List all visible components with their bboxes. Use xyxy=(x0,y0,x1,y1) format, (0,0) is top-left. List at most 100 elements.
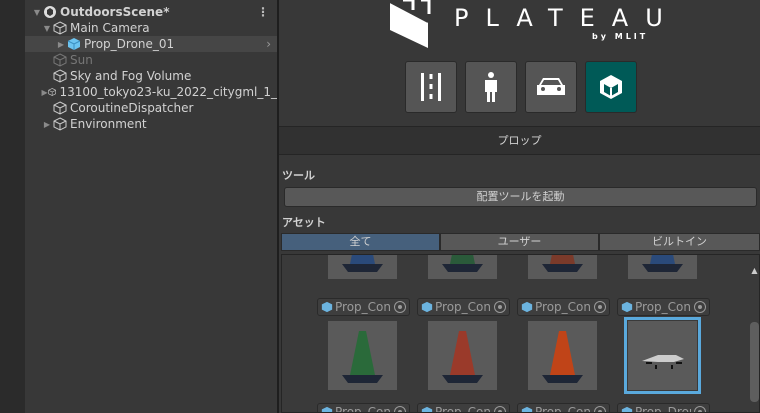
prefab-icon xyxy=(621,301,633,313)
asset-thumbnail[interactable] xyxy=(328,321,397,390)
asset-name: Prop_Cone xyxy=(435,300,491,314)
scene-name: OutdoorsScene* xyxy=(60,5,170,19)
traffic-cone-image xyxy=(442,331,483,383)
asset-thumbnail[interactable] xyxy=(428,255,497,279)
assets-label: アセット xyxy=(282,216,326,229)
asset-name: Prop_Cone xyxy=(435,405,491,413)
tab-builtin[interactable]: ビルトイン xyxy=(599,233,760,251)
item-label: Prop_Drone_01 xyxy=(84,37,175,51)
asset-name: Prop_Cone xyxy=(335,300,391,314)
item-label: Sky and Fog Volume xyxy=(70,69,192,83)
asset-label[interactable]: Prop_Drone xyxy=(617,403,710,413)
category-prop-button[interactable] xyxy=(585,61,637,113)
prefab-icon xyxy=(521,301,533,313)
tab-user[interactable]: ユーザー xyxy=(440,233,599,251)
hierarchy-item-prop-drone[interactable]: ▶ Prop_Drone_01 › xyxy=(25,36,277,52)
gameobject-icon xyxy=(53,101,67,115)
launch-placement-tool-button[interactable]: 配置ツールを起動 xyxy=(284,187,757,207)
asset-label[interactable]: Prop_Cone xyxy=(517,298,610,316)
prefab-icon xyxy=(421,406,433,412)
object-picker-icon[interactable] xyxy=(494,301,506,313)
scrollbar-thumb[interactable] xyxy=(750,322,759,402)
prefab-icon xyxy=(621,406,633,412)
road-icon xyxy=(421,73,441,101)
prefab-icon xyxy=(321,406,333,412)
object-picker-icon[interactable] xyxy=(694,406,706,412)
traffic-cone-image xyxy=(342,255,383,272)
traffic-cone-image xyxy=(642,255,683,272)
asset-label[interactable]: Prop_Cone xyxy=(417,403,510,413)
item-label: Sun xyxy=(70,53,93,67)
gameobject-icon xyxy=(53,53,67,67)
tools-label: ツール xyxy=(282,169,315,182)
scrollbar[interactable]: ▲ xyxy=(748,255,759,412)
expand-arrow-icon[interactable]: ▼ xyxy=(41,24,53,33)
asset-thumbnail[interactable] xyxy=(428,321,497,390)
object-picker-icon[interactable] xyxy=(694,301,706,313)
traffic-cone-image xyxy=(542,255,583,272)
cube-icon xyxy=(600,75,622,99)
traffic-cone-image xyxy=(442,255,483,272)
item-label: Environment xyxy=(70,117,147,131)
car-icon xyxy=(537,78,565,95)
category-car-button[interactable] xyxy=(525,61,577,113)
asset-name: Prop_Cone xyxy=(535,300,591,314)
hierarchy-item-sun[interactable]: Sun xyxy=(25,52,277,68)
brand-name: PLATEAU xyxy=(454,4,680,32)
scroll-up-icon[interactable]: ▲ xyxy=(748,266,759,275)
asset-label[interactable]: Prop_Cone xyxy=(317,298,410,316)
chevron-right-icon[interactable]: › xyxy=(266,37,271,51)
expand-arrow-icon[interactable]: ▶ xyxy=(41,120,53,129)
section-header: プロップ xyxy=(279,126,760,155)
more-menu-icon[interactable]: ⋮ xyxy=(257,5,269,19)
asset-thumbnail[interactable] xyxy=(528,321,597,390)
drone-image xyxy=(642,355,684,369)
object-picker-icon[interactable] xyxy=(494,406,506,412)
asset-label[interactable]: Prop_Cone xyxy=(317,403,410,413)
traffic-cone-image xyxy=(342,331,383,383)
tab-all[interactable]: 全て xyxy=(281,233,440,251)
asset-label[interactable]: Prop_Cone xyxy=(517,403,610,413)
scene-row[interactable]: ▼ OutdoorsScene* ⋮ xyxy=(25,4,277,20)
hierarchy-panel: ▼ OutdoorsScene* ⋮ ▼ Main Camera ▶ Prop_… xyxy=(0,0,277,413)
traffic-cone-image xyxy=(542,331,583,383)
expand-arrow-icon[interactable]: ▼ xyxy=(31,8,43,17)
asset-label[interactable]: Prop_Cone xyxy=(417,298,510,316)
hierarchy-item-coroutine[interactable]: CoroutineDispatcher xyxy=(25,100,277,116)
asset-thumbnail[interactable] xyxy=(328,255,397,279)
object-picker-icon[interactable] xyxy=(394,406,406,412)
item-label: CoroutineDispatcher xyxy=(70,101,194,115)
expand-arrow-icon[interactable]: ▶ xyxy=(55,40,67,49)
asset-name: Prop_Cone xyxy=(635,300,691,314)
hierarchy-gutter xyxy=(0,0,25,413)
asset-thumbnail[interactable] xyxy=(628,255,697,279)
hierarchy-item-sky[interactable]: Sky and Fog Volume xyxy=(25,68,277,84)
prefab-icon xyxy=(321,301,333,313)
object-picker-icon[interactable] xyxy=(594,301,606,313)
hierarchy-item-main-camera[interactable]: ▼ Main Camera xyxy=(25,20,277,36)
asset-label[interactable]: Prop_Cone xyxy=(617,298,710,316)
asset-thumbnail[interactable] xyxy=(624,317,701,394)
category-road-button[interactable] xyxy=(405,61,457,113)
item-label: Main Camera xyxy=(70,21,150,35)
category-pedestrian-button[interactable] xyxy=(465,61,517,113)
gameobject-icon xyxy=(53,69,67,83)
object-picker-icon[interactable] xyxy=(394,301,406,313)
asset-name: Prop_Cone xyxy=(535,405,591,413)
brand-sub: by MLIT xyxy=(592,32,649,41)
asset-grid: ▲ Prop_Cone Prop_Cone Prop_Cone Prop_Cone Pr… xyxy=(281,254,760,413)
gameobject-icon xyxy=(53,117,67,131)
asset-name: Prop_Cone xyxy=(335,405,391,413)
plateau-panel: PLATEAU by MLIT プロップ ツール 配置ツールを起動 アセット 全… xyxy=(279,0,760,413)
hierarchy-item-citygml[interactable]: ▶ 13100_tokyo23-ku_2022_citygml_1_ xyxy=(25,84,277,100)
gameobject-icon xyxy=(48,88,57,96)
asset-name: Prop_Drone xyxy=(635,405,691,413)
gameobject-icon xyxy=(53,21,67,35)
asset-thumbnail[interactable] xyxy=(528,255,597,279)
hierarchy-item-environment[interactable]: ▶ Environment xyxy=(25,116,277,132)
prefab-icon xyxy=(521,406,533,412)
object-picker-icon[interactable] xyxy=(594,406,606,412)
expand-arrow-icon[interactable]: ▶ xyxy=(41,88,48,97)
unity-scene-icon xyxy=(44,6,56,18)
plateau-logo xyxy=(389,0,431,48)
